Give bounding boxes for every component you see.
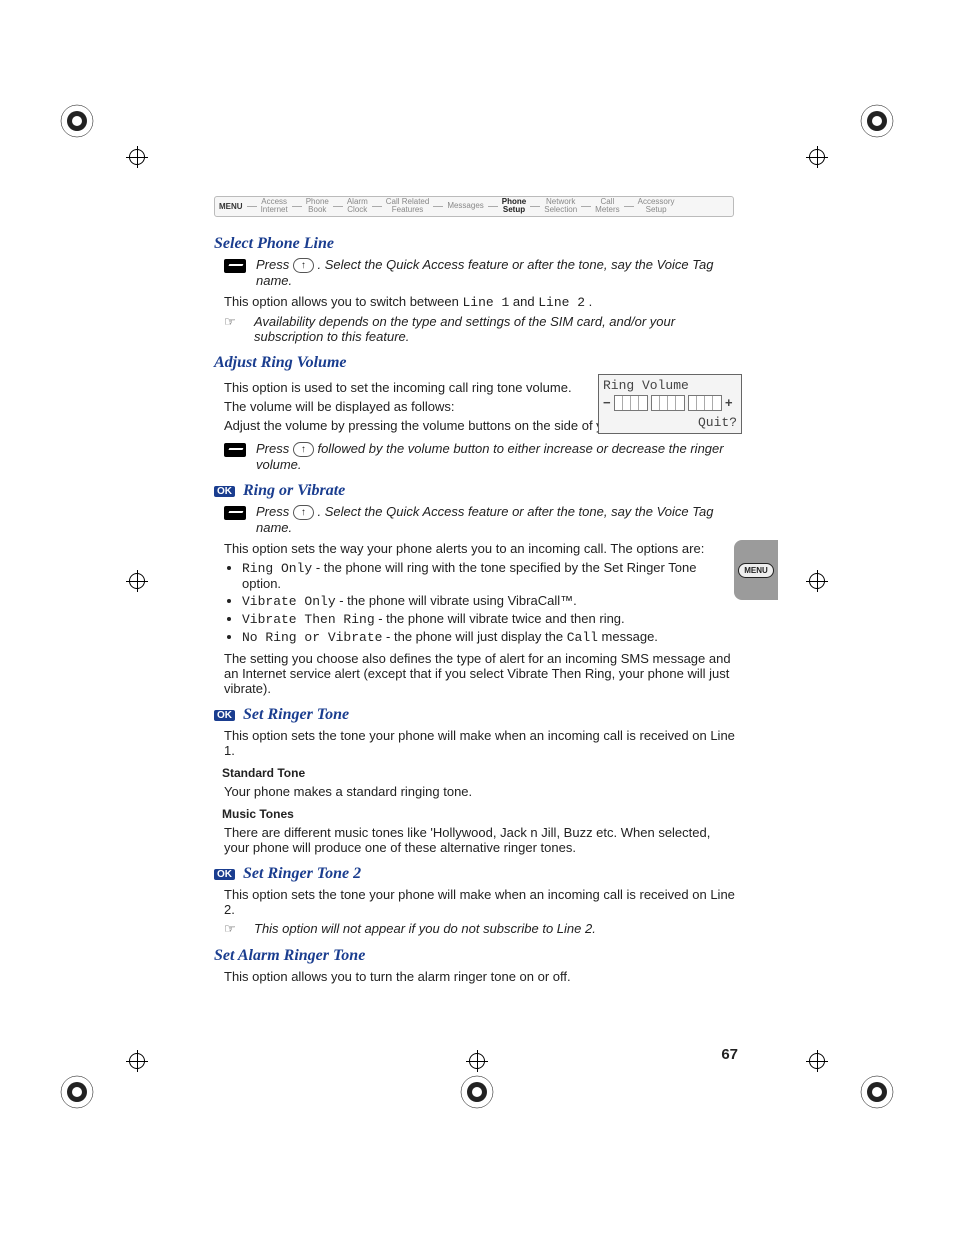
quick-access-icon (224, 443, 246, 457)
breadcrumb-item: Access Internet (261, 198, 288, 215)
note-text: This option will not appear if you do no… (254, 921, 596, 937)
crosshair-icon (806, 570, 828, 592)
page-number: 67 (721, 1046, 738, 1063)
crosshair-icon (126, 146, 148, 168)
breadcrumb-item: Network Selection (544, 198, 577, 215)
section-heading-ring-or-vibrate: OK Ring or Vibrate (214, 482, 738, 500)
registration-mark-icon (60, 104, 94, 138)
list-item: No Ring or Vibrate - the phone will just… (242, 629, 738, 645)
options-list: Ring Only - the phone will ring with the… (224, 560, 738, 645)
up-key-icon: ↑ (293, 505, 314, 520)
list-item: Vibrate Only - the phone will vibrate us… (242, 593, 738, 609)
breadcrumb-item-active: Phone Setup (502, 198, 526, 215)
crosshair-icon (466, 1050, 488, 1072)
section-heading-adjust-ring-volume: Adjust Ring Volume (214, 354, 738, 372)
breadcrumb-item: Alarm Clock (347, 198, 368, 215)
note-text: Availability depends on the type and set… (254, 314, 738, 344)
body-text: This option sets the tone your phone wil… (224, 887, 738, 917)
breadcrumb-item: Phone Book (306, 198, 329, 215)
ok-badge-icon: OK (214, 486, 235, 497)
tip-text: . Select the Quick Access feature or aft… (256, 504, 713, 535)
body-text: This option allows you to switch between… (224, 294, 738, 310)
side-tab-label: MENU (738, 563, 774, 578)
body-text: This option sets the way your phone aler… (224, 541, 738, 556)
up-key-icon: ↑ (293, 442, 314, 457)
registration-mark-icon (460, 1075, 494, 1109)
tip-text: Press (256, 257, 293, 272)
subheading-standard-tone: Standard Tone (222, 766, 738, 780)
breadcrumb-menu-label: MENU (219, 202, 243, 211)
breadcrumb-item: Messages (447, 202, 483, 210)
crosshair-icon (126, 570, 148, 592)
list-item: Ring Only - the phone will ring with the… (242, 560, 738, 591)
ok-badge-icon: OK (214, 869, 235, 880)
tip-block: Press ↑ . Select the Quick Access featur… (224, 257, 738, 288)
section-heading-set-ringer-tone-2: OK Set Ringer Tone 2 (214, 865, 738, 883)
subheading-music-tones: Music Tones (222, 807, 738, 821)
section-heading-set-alarm-ringer-tone: Set Alarm Ringer Tone (214, 947, 738, 965)
section-heading-select-phone-line: Select Phone Line (214, 235, 738, 253)
ok-badge-icon: OK (214, 710, 235, 721)
body-text: The setting you choose also defines the … (224, 651, 738, 696)
lcd-title: Ring Volume (603, 378, 737, 393)
tip-text: followed by the volume button to either … (256, 441, 724, 472)
body-text: There are different music tones like 'Ho… (224, 825, 738, 855)
breadcrumb-item: Call Meters (595, 198, 619, 215)
tip-text: Press (256, 441, 293, 456)
note-block: ☞ This option will not appear if you do … (224, 921, 738, 937)
crosshair-icon (806, 146, 828, 168)
body-text: This option sets the tone your phone wil… (224, 728, 738, 758)
volume-plus-icon: + (725, 396, 733, 411)
note-block: ☞ Availability depends on the type and s… (224, 314, 738, 344)
registration-mark-icon (860, 104, 894, 138)
section-heading-set-ringer-tone: OK Set Ringer Tone (214, 706, 738, 724)
note-icon: ☞ (224, 314, 248, 344)
up-key-icon: ↑ (293, 258, 314, 273)
body-text: Your phone makes a standard ringing tone… (224, 784, 738, 799)
tip-block: Press ↑ . Select the Quick Access featur… (224, 504, 738, 535)
registration-mark-icon (60, 1075, 94, 1109)
registration-mark-icon (860, 1075, 894, 1109)
side-tab-menu: MENU (734, 540, 778, 600)
lcd-quit-label: Quit? (603, 415, 737, 430)
note-icon: ☞ (224, 921, 248, 937)
crosshair-icon (806, 1050, 828, 1072)
quick-access-icon (224, 506, 246, 520)
quick-access-icon (224, 259, 246, 273)
breadcrumb-item: Accessory Setup (638, 198, 675, 215)
tip-text: Press (256, 504, 293, 519)
menu-breadcrumb: MENU Access Internet Phone Book Alarm Cl… (214, 196, 734, 217)
tip-block: Press ↑ followed by the volume button to… (224, 441, 738, 472)
list-item: Vibrate Then Ring - the phone will vibra… (242, 611, 738, 627)
lcd-preview: Ring Volume − + Quit? (598, 374, 742, 434)
tip-text: . Select the Quick Access feature or aft… (256, 257, 713, 288)
crosshair-icon (126, 1050, 148, 1072)
breadcrumb-item: Call Related Features (386, 198, 430, 215)
body-text: This option allows you to turn the alarm… (224, 969, 738, 984)
volume-minus-icon: − (603, 396, 611, 411)
